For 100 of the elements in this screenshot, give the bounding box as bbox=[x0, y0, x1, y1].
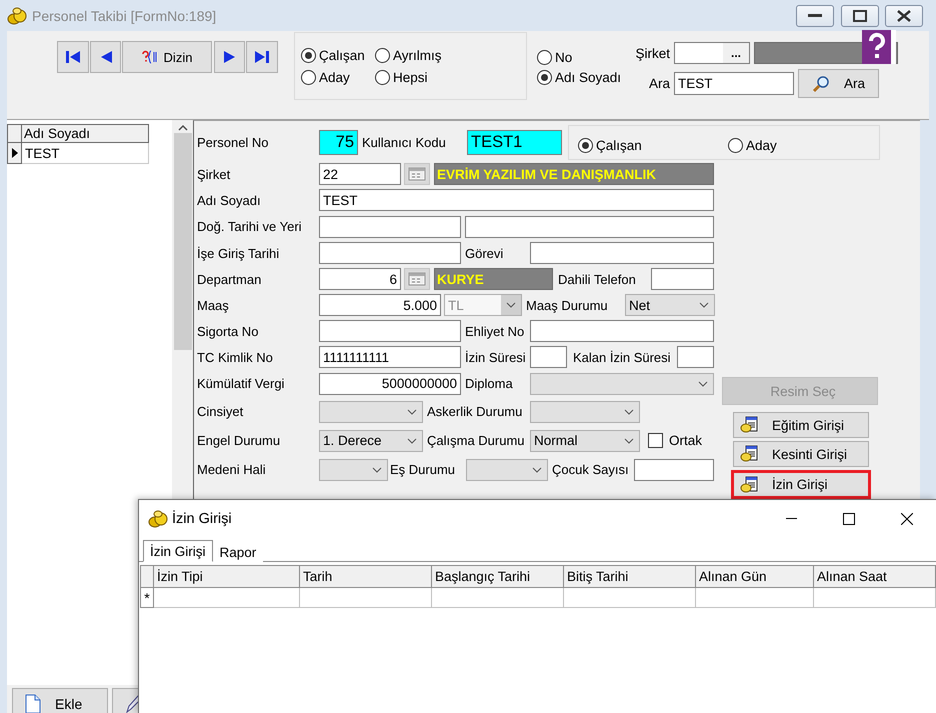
input-field[interactable] bbox=[530, 320, 714, 342]
chevron-down-icon bbox=[624, 408, 634, 414]
action-button[interactable]: İzin Girişi bbox=[731, 470, 871, 499]
field-label: Kullanıcı Kodu bbox=[362, 135, 447, 150]
maximize-button[interactable] bbox=[841, 4, 879, 26]
window-title: Personel Takibi [FormNo:189] bbox=[32, 8, 218, 24]
current-row-icon bbox=[12, 148, 18, 158]
navigation-button[interactable] bbox=[90, 41, 121, 73]
dropdown[interactable]: Net bbox=[625, 294, 715, 316]
input-field[interactable] bbox=[530, 242, 714, 264]
close-button[interactable] bbox=[885, 4, 923, 26]
field-label: Eş Durumu bbox=[390, 462, 456, 477]
input-field[interactable]: TEST bbox=[319, 189, 714, 211]
action-button[interactable]: Eğitim Girişi bbox=[733, 412, 869, 438]
field-label: Kalan İzin Süresi bbox=[573, 350, 672, 364]
browse-button[interactable]: ... bbox=[723, 43, 749, 63]
radio-button[interactable]: Aday bbox=[728, 138, 848, 153]
tab[interactable]: İzin Girişi bbox=[143, 540, 213, 562]
field-label: Görevi bbox=[465, 246, 504, 260]
lookup-button[interactable] bbox=[404, 163, 430, 185]
table-cell[interactable] bbox=[432, 588, 564, 608]
input-field[interactable] bbox=[319, 320, 461, 342]
input-field[interactable] bbox=[651, 268, 714, 290]
radio-button[interactable]: Aday bbox=[301, 70, 375, 84]
radio-button[interactable]: Çalışan bbox=[578, 138, 728, 153]
document-icon bbox=[25, 694, 41, 713]
radio-icon[interactable] bbox=[375, 70, 390, 84]
scrollbar-thumb[interactable] bbox=[174, 133, 192, 350]
input-field[interactable] bbox=[319, 242, 461, 264]
navigation-button[interactable] bbox=[246, 41, 278, 73]
table-cell[interactable]: TEST bbox=[22, 143, 149, 164]
field-label: Çalışma Durumu bbox=[427, 433, 526, 448]
field-label: TC Kimlik No bbox=[197, 350, 274, 364]
field-label: Şirket bbox=[634, 46, 671, 60]
input-field[interactable] bbox=[465, 216, 714, 238]
chevron-down-icon bbox=[372, 466, 382, 472]
dialog-title: İzin Girişi bbox=[172, 510, 233, 526]
input-field[interactable]: 5000000000 bbox=[319, 372, 461, 394]
calendar-icon bbox=[408, 272, 426, 286]
radio-button[interactable]: No bbox=[537, 50, 632, 65]
input-field[interactable]: 75 bbox=[319, 130, 358, 155]
chevron-down-icon bbox=[624, 438, 634, 444]
radio-button[interactable]: Adı Soyadı bbox=[537, 70, 632, 85]
dropdown[interactable]: Normal bbox=[530, 430, 640, 452]
radio-button[interactable]: Hepsi bbox=[375, 70, 465, 84]
navigation-button[interactable] bbox=[57, 41, 89, 73]
column-header: Adı Soyadı bbox=[22, 124, 149, 143]
dropdown[interactable]: 1. Derece bbox=[319, 430, 423, 452]
radio-icon[interactable] bbox=[578, 138, 593, 153]
minimize-icon bbox=[808, 14, 822, 18]
table-cell[interactable] bbox=[814, 588, 936, 608]
column-header[interactable]: İzin Tipi bbox=[154, 565, 300, 588]
help-icon[interactable] bbox=[862, 30, 896, 64]
input-field[interactable] bbox=[677, 346, 714, 368]
input-field[interactable]: ... bbox=[674, 42, 750, 64]
radio-icon[interactable] bbox=[537, 70, 552, 85]
input-field[interactable] bbox=[634, 458, 714, 480]
maximize-icon bbox=[843, 512, 855, 524]
table-cell[interactable] bbox=[696, 588, 814, 608]
radio-icon[interactable] bbox=[301, 48, 316, 62]
column-header[interactable]: Başlangıç Tarihi bbox=[432, 565, 564, 588]
table-cell[interactable] bbox=[300, 588, 432, 608]
radio-icon[interactable] bbox=[537, 50, 552, 65]
input-field[interactable]: TEST1 bbox=[467, 130, 562, 155]
column-header[interactable]: Alınan Gün bbox=[696, 565, 814, 588]
lookup-value: EVRİM YAZILIM VE DANIŞMANLIK bbox=[434, 163, 714, 185]
input-field[interactable] bbox=[319, 216, 461, 238]
input-field[interactable]: 22 bbox=[319, 163, 401, 185]
field-label: Askerlik Durumu bbox=[427, 404, 524, 419]
input-field[interactable]: 5.000 bbox=[319, 294, 441, 316]
column-header[interactable]: Bitiş Tarihi bbox=[564, 565, 696, 588]
minimize-button[interactable] bbox=[796, 4, 834, 26]
search-button[interactable]: Ara bbox=[798, 69, 879, 98]
lookup-button[interactable] bbox=[404, 268, 430, 290]
checkbox[interactable]: Ortak bbox=[648, 433, 702, 448]
chevron-down-icon bbox=[699, 302, 709, 308]
radio-button[interactable]: Çalışan bbox=[301, 48, 375, 62]
action-button[interactable]: Kesinti Girişi bbox=[733, 441, 869, 467]
radio-icon[interactable] bbox=[375, 48, 390, 62]
input-field[interactable]: 1111111111 bbox=[319, 346, 461, 368]
radio-icon[interactable] bbox=[301, 70, 316, 84]
table-cell[interactable] bbox=[564, 588, 696, 608]
field-label: Cinsiyet bbox=[197, 404, 244, 419]
calendar-icon bbox=[408, 167, 426, 181]
radio-icon[interactable] bbox=[728, 138, 743, 153]
last-record-icon bbox=[254, 50, 270, 64]
search-field[interactable]: TEST bbox=[674, 72, 794, 95]
previous-icon bbox=[98, 50, 112, 64]
close-icon bbox=[897, 10, 911, 22]
index-button[interactable]: Dizin bbox=[122, 41, 212, 73]
navigation-button[interactable] bbox=[214, 41, 245, 73]
field-label: Ara bbox=[648, 76, 671, 91]
input-field[interactable] bbox=[530, 346, 567, 368]
toolbar-button[interactable]: Ekle bbox=[12, 688, 108, 713]
radio-button[interactable]: Ayrılmış bbox=[375, 48, 465, 62]
column-header[interactable]: Tarih bbox=[300, 565, 432, 588]
column-header[interactable]: Alınan Saat bbox=[814, 565, 936, 588]
scroll-up-icon bbox=[178, 124, 188, 131]
table-cell[interactable] bbox=[154, 588, 300, 608]
input-field[interactable]: 6 bbox=[319, 268, 401, 290]
